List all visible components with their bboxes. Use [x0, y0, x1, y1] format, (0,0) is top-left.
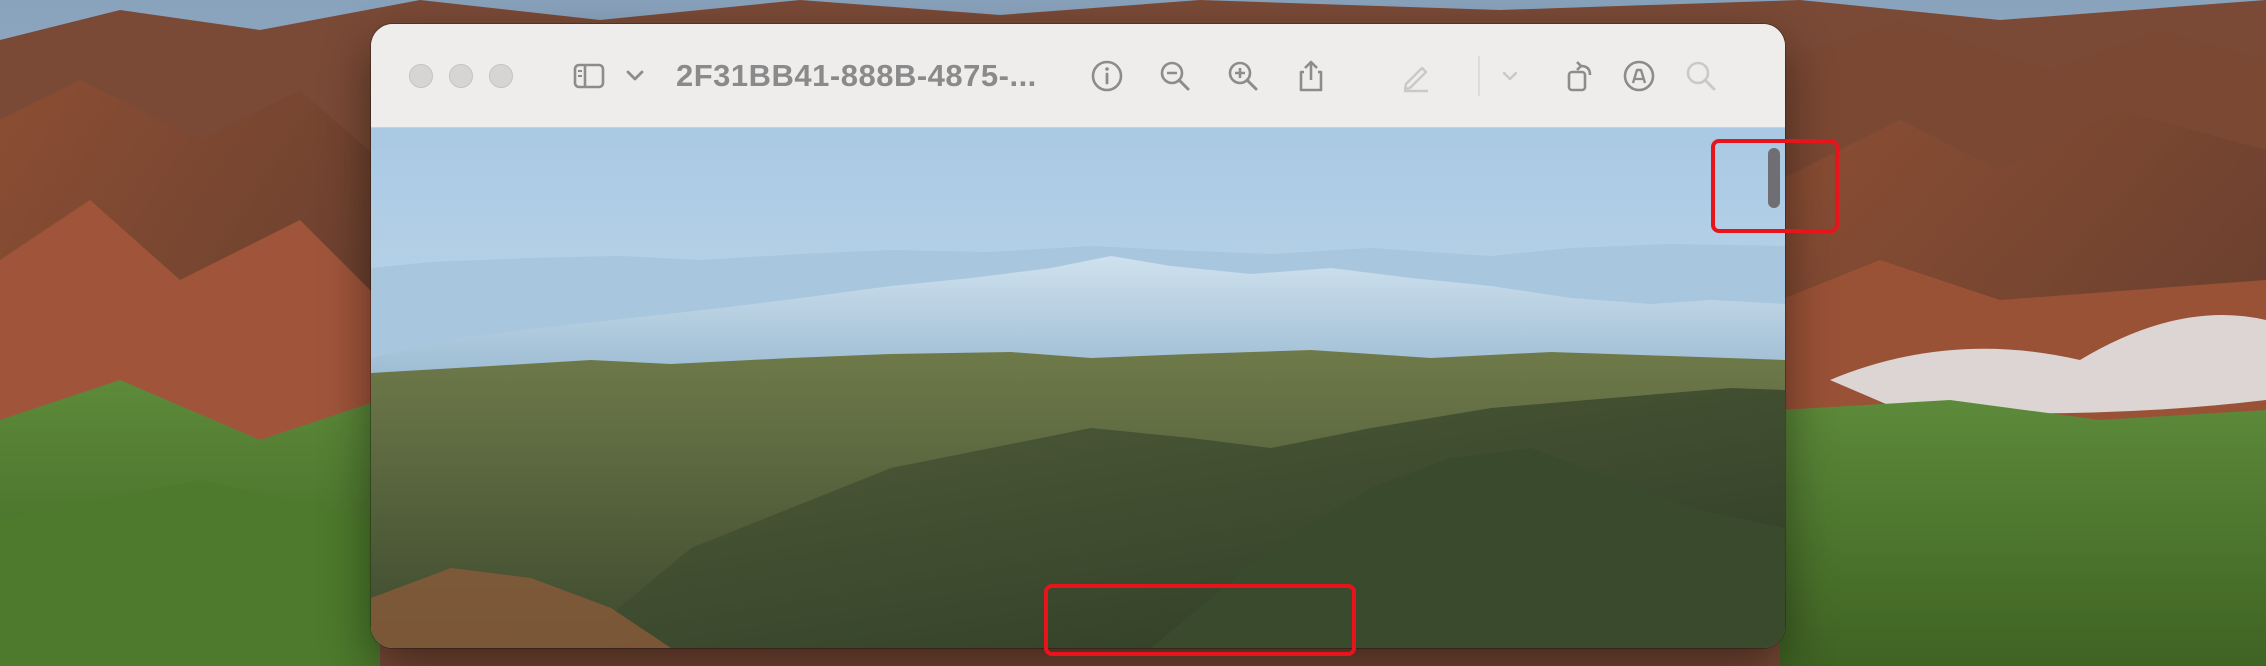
- chevron-down-icon[interactable]: [1486, 52, 1534, 100]
- zoom-in-icon[interactable]: [1219, 52, 1267, 100]
- info-icon[interactable]: [1083, 52, 1131, 100]
- preview-window: 2F31BB41-888B-4875-...: [371, 24, 1785, 648]
- search-icon[interactable]: [1677, 52, 1725, 100]
- minimize-button[interactable]: [449, 64, 473, 88]
- close-button[interactable]: [409, 64, 433, 88]
- toolbar-divider: [1478, 56, 1480, 96]
- toolbar: 2F31BB41-888B-4875-...: [371, 24, 1785, 128]
- share-icon[interactable]: [1287, 52, 1335, 100]
- zoom-button[interactable]: [489, 64, 513, 88]
- highlight-vertical-scrollbar: [1711, 139, 1839, 233]
- rotate-icon[interactable]: [1557, 52, 1605, 100]
- highlight-horizontal-scrollbar: [1044, 584, 1356, 656]
- document-title: 2F31BB41-888B-4875-...: [676, 58, 1037, 93]
- annotate-icon[interactable]: [1615, 52, 1663, 100]
- image-viewport[interactable]: [371, 128, 1785, 648]
- chevron-down-icon[interactable]: [611, 52, 659, 100]
- landscape-image: [371, 128, 1785, 648]
- sidebar-icon[interactable]: [565, 52, 613, 100]
- zoom-out-icon[interactable]: [1151, 52, 1199, 100]
- markup-pen-icon[interactable]: [1392, 52, 1440, 100]
